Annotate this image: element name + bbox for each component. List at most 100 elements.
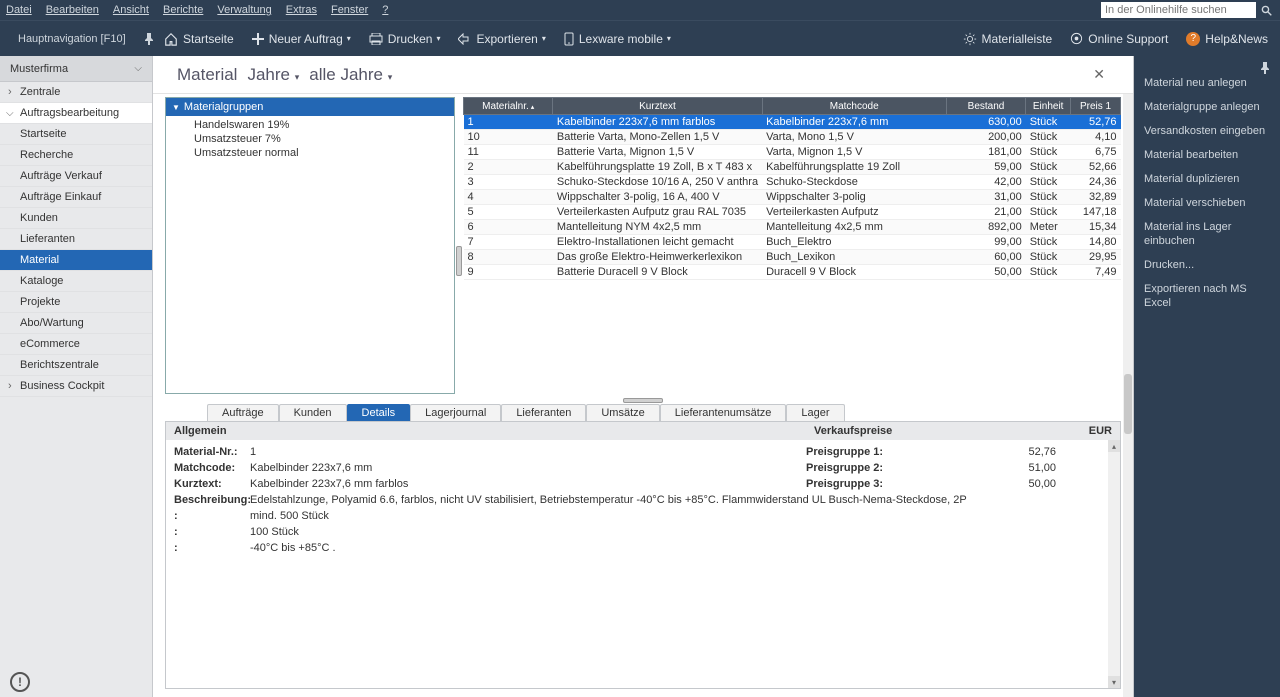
splitter-handle-horizontal[interactable] bbox=[623, 398, 663, 403]
price1-label: Preisgruppe 1: bbox=[806, 444, 916, 460]
menu-help[interactable]: ? bbox=[382, 4, 388, 16]
menu-datei[interactable]: Datei bbox=[6, 4, 32, 16]
tab-lieferanten[interactable]: Lieferanten bbox=[501, 404, 586, 421]
page-header: Material Jahre ▾ alle Jahre ▾ ✕ bbox=[153, 56, 1133, 94]
close-button[interactable]: ✕ bbox=[1089, 62, 1109, 87]
pin-icon[interactable] bbox=[1260, 62, 1270, 74]
action-material-neu-anlegen[interactable]: Material neu anlegen bbox=[1144, 76, 1270, 90]
center-scrollbar[interactable] bbox=[1123, 94, 1133, 697]
splitter-handle[interactable] bbox=[456, 246, 462, 276]
table-row[interactable]: 4Wippschalter 3-polig, 16 A, 400 VWippsc… bbox=[464, 190, 1121, 205]
sidebar-item-recherche[interactable]: Recherche bbox=[0, 145, 152, 166]
material-nr-label: Material-Nr.: bbox=[174, 444, 250, 460]
col-materialnr[interactable]: Materialnr. bbox=[464, 98, 553, 115]
help-search-button[interactable] bbox=[1258, 2, 1274, 18]
toolbar-materialleiste[interactable]: Materialleiste bbox=[963, 32, 1053, 46]
sidebar-item-auftr-ge-einkauf[interactable]: Aufträge Einkauf bbox=[0, 187, 152, 208]
toolbar-help-news[interactable]: ? Help&News bbox=[1186, 32, 1268, 46]
action-material-duplizieren[interactable]: Material duplizieren bbox=[1144, 172, 1270, 186]
tab-umsätze[interactable]: Umsätze bbox=[586, 404, 659, 421]
menu-extras[interactable]: Extras bbox=[286, 4, 317, 16]
col-matchcode[interactable]: Matchcode bbox=[762, 98, 946, 115]
action-exportieren-nach-ms-excel[interactable]: Exportieren nach MS Excel bbox=[1144, 282, 1270, 310]
sidebar-item-kataloge[interactable]: Kataloge bbox=[0, 271, 152, 292]
action-drucken-[interactable]: Drucken... bbox=[1144, 258, 1270, 272]
toolbar-lexware-mobile[interactable]: Lexware mobile▾ bbox=[564, 32, 671, 46]
chevron-down-icon: ▾ bbox=[436, 34, 440, 43]
sidebar-item-zentrale[interactable]: Zentrale bbox=[0, 82, 152, 103]
toolbar-new-order[interactable]: Neuer Auftrag▾ bbox=[252, 32, 351, 46]
table-row[interactable]: 6Mantelleitung NYM 4x2,5 mmMantelleitung… bbox=[464, 220, 1121, 235]
tab-lieferantenumsätze[interactable]: Lieferantenumsätze bbox=[660, 404, 787, 421]
menu-bearbeiten[interactable]: Bearbeiten bbox=[46, 4, 99, 16]
tab-kunden[interactable]: Kunden bbox=[279, 404, 347, 421]
toolbar: Hauptnavigation [F10] Startseite Neuer A… bbox=[0, 20, 1280, 56]
alert-icon[interactable]: ! bbox=[10, 672, 30, 692]
sidebar-item-business-cockpit[interactable]: Business Cockpit bbox=[0, 376, 152, 397]
toolbar-online-support[interactable]: Online Support bbox=[1070, 32, 1168, 46]
scroll-up-icon[interactable]: ▴ bbox=[1108, 440, 1120, 452]
sidebar-item-lieferanten[interactable]: Lieferanten bbox=[0, 229, 152, 250]
chevron-down-icon: ▾ bbox=[667, 34, 671, 43]
sidebar-item-auftr-ge-verkauf[interactable]: Aufträge Verkauf bbox=[0, 166, 152, 187]
menu-fenster[interactable]: Fenster bbox=[331, 4, 368, 16]
table-row[interactable]: 3Schuko-Steckdose 10/16 A, 250 V anthraS… bbox=[464, 175, 1121, 190]
page-title: Material bbox=[177, 65, 237, 85]
table-row[interactable]: 10Batterie Varta, Mono-Zellen 1,5 VVarta… bbox=[464, 130, 1121, 145]
material-grid: Materialnr. Kurztext Matchcode Bestand E… bbox=[463, 97, 1121, 394]
sidebar-item-material[interactable]: Material bbox=[0, 250, 152, 271]
sidebar-item-berichtszentrale[interactable]: Berichtszentrale bbox=[0, 355, 152, 376]
toolbar-print[interactable]: Drucken▾ bbox=[369, 32, 441, 46]
table-row[interactable]: 1Kabelbinder 223x7,6 mm farblosKabelbind… bbox=[464, 115, 1121, 130]
tab-details[interactable]: Details bbox=[347, 404, 411, 421]
action-materialgruppe-anlegen[interactable]: Materialgruppe anlegen bbox=[1144, 100, 1270, 114]
sidebar-item-kunden[interactable]: Kunden bbox=[0, 208, 152, 229]
toolbar-home[interactable]: Startseite bbox=[164, 32, 234, 46]
sidebar-item-abo-wartung[interactable]: Abo/Wartung bbox=[0, 313, 152, 334]
tree-item[interactable]: Umsatzsteuer 7% bbox=[194, 132, 454, 146]
tab-lagerjournal[interactable]: Lagerjournal bbox=[410, 404, 501, 421]
export-icon bbox=[458, 33, 471, 45]
pin-icon[interactable] bbox=[144, 33, 154, 45]
beschreibung-label: Beschreibung: bbox=[174, 492, 250, 508]
tree-item[interactable]: Handelswaren 19% bbox=[194, 118, 454, 132]
tab-lager[interactable]: Lager bbox=[786, 404, 844, 421]
col-einheit[interactable]: Einheit bbox=[1026, 98, 1071, 115]
col-bestand[interactable]: Bestand bbox=[946, 98, 1025, 115]
table-row[interactable]: 8Das große Elektro-HeimwerkerlexikonBuch… bbox=[464, 250, 1121, 265]
sidebar-item-startseite[interactable]: Startseite bbox=[0, 124, 152, 145]
help-search-input[interactable] bbox=[1101, 2, 1256, 18]
sidebar-item-auftragsbearbeitung[interactable]: Auftragsbearbeitung bbox=[0, 103, 152, 124]
action-material-ins-lager-einbuchen[interactable]: Material ins Lager einbuchen bbox=[1144, 220, 1270, 248]
years-label-dropdown[interactable]: Jahre ▾ bbox=[247, 65, 299, 85]
chevron-down-icon: ▾ bbox=[542, 34, 546, 43]
menu-verwaltung[interactable]: Verwaltung bbox=[217, 4, 271, 16]
col-kurztext[interactable]: Kurztext bbox=[553, 98, 762, 115]
leftnav-company-selector[interactable]: Musterfirma ⌵ bbox=[0, 56, 152, 82]
left-nav: Musterfirma ⌵ ZentraleAuftragsbearbeitun… bbox=[0, 56, 153, 697]
sidebar-item-projekte[interactable]: Projekte bbox=[0, 292, 152, 313]
tree-item[interactable]: Umsatzsteuer normal bbox=[194, 146, 454, 160]
table-row[interactable]: 7Elektro-Installationen leicht gemachtBu… bbox=[464, 235, 1121, 250]
menu-berichte[interactable]: Berichte bbox=[163, 4, 203, 16]
sidebar-item-ecommerce[interactable]: eCommerce bbox=[0, 334, 152, 355]
toolbar-export[interactable]: Exportieren▾ bbox=[458, 32, 545, 46]
beschreibung-value: Edelstahlzunge, Polyamid 6.6, farblos, n… bbox=[250, 492, 1112, 508]
menu-ansicht[interactable]: Ansicht bbox=[113, 4, 149, 16]
material-groups-tree: ▼ Materialgruppen Handelswaren 19% Umsat… bbox=[165, 97, 455, 394]
detail-scrollbar[interactable]: ▴ ▾ bbox=[1108, 440, 1120, 688]
scroll-down-icon[interactable]: ▾ bbox=[1108, 676, 1120, 688]
action-material-verschieben[interactable]: Material verschieben bbox=[1144, 196, 1270, 210]
action-material-bearbeiten[interactable]: Material bearbeiten bbox=[1144, 148, 1270, 162]
triangle-down-icon: ▼ bbox=[172, 103, 180, 112]
table-row[interactable]: 5Verteilerkasten Aufputz grau RAL 7035Ve… bbox=[464, 205, 1121, 220]
action-versandkosten-eingeben[interactable]: Versandkosten eingeben bbox=[1144, 124, 1270, 138]
table-row[interactable]: 9Batterie Duracell 9 V BlockDuracell 9 V… bbox=[464, 265, 1121, 280]
price2-label: Preisgruppe 2: bbox=[806, 460, 916, 476]
tab-aufträge[interactable]: Aufträge bbox=[207, 404, 279, 421]
table-row[interactable]: 11Batterie Varta, Mignon 1,5 VVarta, Mig… bbox=[464, 145, 1121, 160]
col-preis1[interactable]: Preis 1 bbox=[1071, 98, 1121, 115]
table-row[interactable]: 2Kabelführungsplatte 19 Zoll, B x T 483 … bbox=[464, 160, 1121, 175]
years-value-dropdown[interactable]: alle Jahre ▾ bbox=[309, 65, 392, 85]
tree-root[interactable]: ▼ Materialgruppen bbox=[166, 98, 454, 116]
